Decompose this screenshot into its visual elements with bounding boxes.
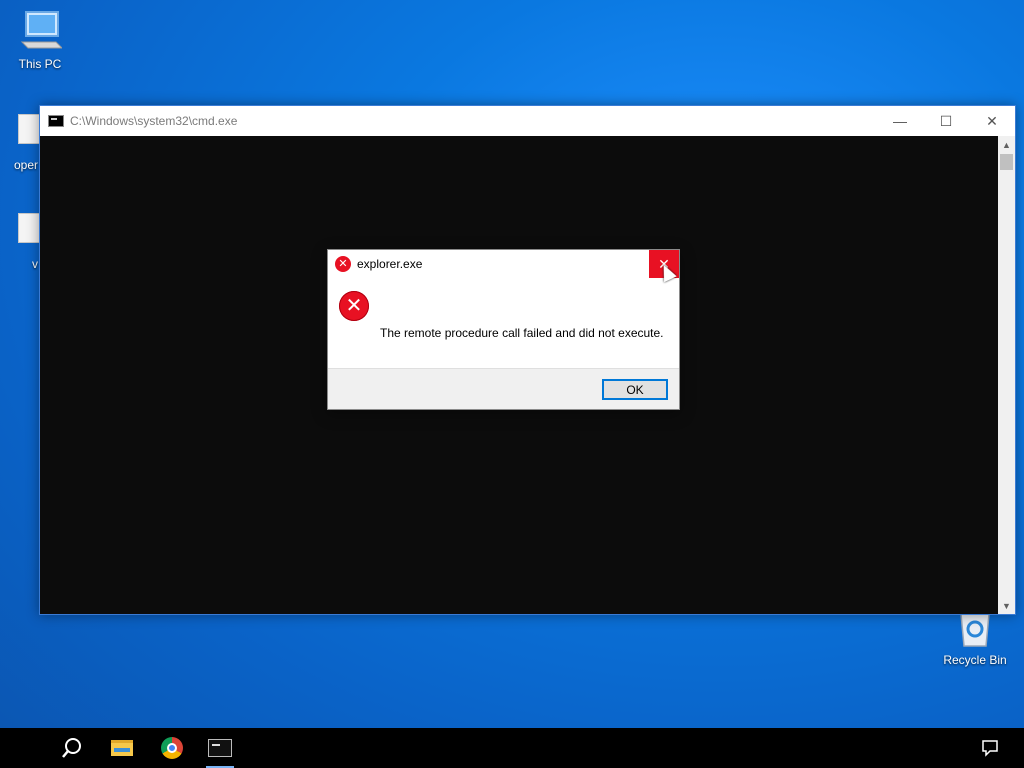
taskbar-file-explorer-button[interactable] [98,728,146,768]
close-button[interactable]: ✕ [969,106,1015,136]
cmd-icon [208,739,232,757]
recycle-bin-icon [960,613,990,647]
dialog-footer: OK [328,368,679,409]
scroll-down-arrow-icon[interactable]: ▼ [998,597,1015,614]
dialog-title: explorer.exe [357,257,423,271]
notification-center-button[interactable] [966,728,1014,768]
taskbar-cmd-button[interactable] [196,728,244,768]
notification-icon [982,740,998,757]
taskbar [0,728,1024,768]
file-explorer-icon [111,740,133,756]
ok-button[interactable]: OK [602,379,668,400]
maximize-button[interactable]: ☐ [923,106,969,136]
error-icon: ✕ [339,291,369,321]
desktop-icon-this-pc[interactable]: This PC [0,8,80,71]
taskbar-chrome-button[interactable] [148,728,196,768]
cmd-window-title: C:\Windows\system32\cmd.exe [70,114,238,128]
dialog-titlebar[interactable]: ✕ explorer.exe ✕ [328,250,679,278]
desktop-icon-label: Recycle Bin [943,653,1007,667]
search-icon [62,738,81,758]
scroll-up-arrow-icon[interactable]: ▲ [998,136,1015,153]
computer-icon [20,11,64,49]
scrollbar-thumb[interactable] [1000,154,1013,170]
minimize-button[interactable]: — [877,106,923,136]
desktop-icon-label: oper [14,158,39,172]
dialog-message: The remote procedure call failed and did… [380,326,664,340]
taskbar-search-button[interactable] [48,728,96,768]
desktop-icon-recycle-bin[interactable]: Recycle Bin [935,612,1015,667]
chrome-icon [161,737,183,759]
desktop-icon-label: This PC [18,57,62,71]
desktop-icon-label: v [32,257,38,271]
cmd-titlebar[interactable]: C:\Windows\system32\cmd.exe — ☐ ✕ [40,106,1015,136]
vertical-scrollbar[interactable]: ▲ ▼ [998,136,1015,614]
error-dialog[interactable]: ✕ explorer.exe ✕ ✕ The remote procedure … [327,249,680,410]
cmd-icon [48,115,64,127]
error-small-icon: ✕ [335,256,351,272]
